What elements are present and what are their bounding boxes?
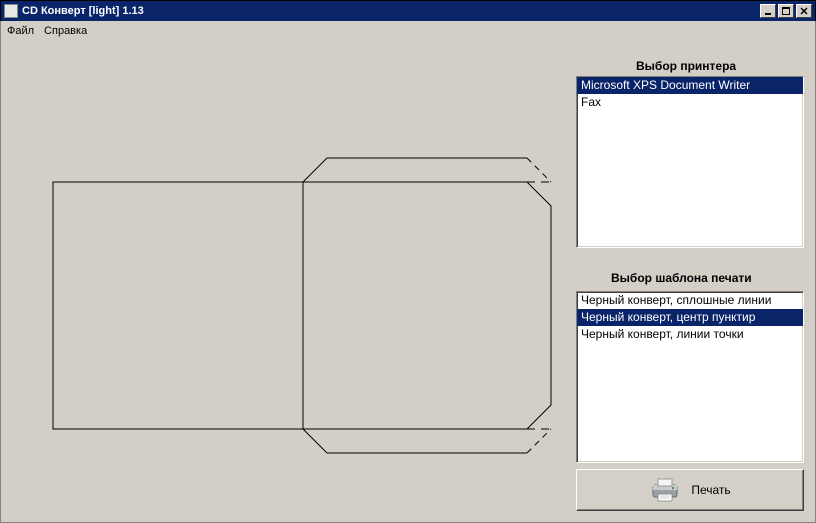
print-button[interactable]: Печать [576, 469, 804, 511]
menu-help[interactable]: Справка [44, 25, 87, 37]
template-listbox[interactable]: Черный конверт, сплошные линииЧерный кон… [576, 291, 804, 463]
template-list-item[interactable]: Черный конверт, линии точки [577, 326, 803, 343]
template-section-label: Выбор шаблона печати [611, 271, 752, 285]
template-list-item[interactable]: Черный конверт, сплошные линии [577, 292, 803, 309]
print-button-label: Печать [691, 483, 730, 497]
printer-icon [649, 477, 681, 503]
title-bar: CD Конверт [light] 1.13 [0, 0, 816, 21]
app-icon [4, 4, 18, 18]
close-button[interactable] [796, 4, 812, 18]
window-title: CD Конверт [light] 1.13 [22, 5, 760, 17]
menu-file[interactable]: Файл [7, 25, 34, 37]
maximize-button[interactable] [778, 4, 794, 18]
client-area: Выбор принтера Microsoft XPS Document Wr… [0, 41, 816, 523]
window-buttons [760, 4, 812, 18]
envelope-preview [51, 156, 561, 456]
printer-list-item[interactable]: Fax [577, 94, 803, 111]
printer-list-item[interactable]: Microsoft XPS Document Writer [577, 77, 803, 94]
printer-section-label: Выбор принтера [636, 59, 736, 73]
template-list-item[interactable]: Черный конверт, центр пунктир [577, 309, 803, 326]
printer-listbox[interactable]: Microsoft XPS Document WriterFax [576, 76, 804, 248]
minimize-button[interactable] [760, 4, 776, 18]
menu-bar: Файл Справка [0, 21, 816, 41]
